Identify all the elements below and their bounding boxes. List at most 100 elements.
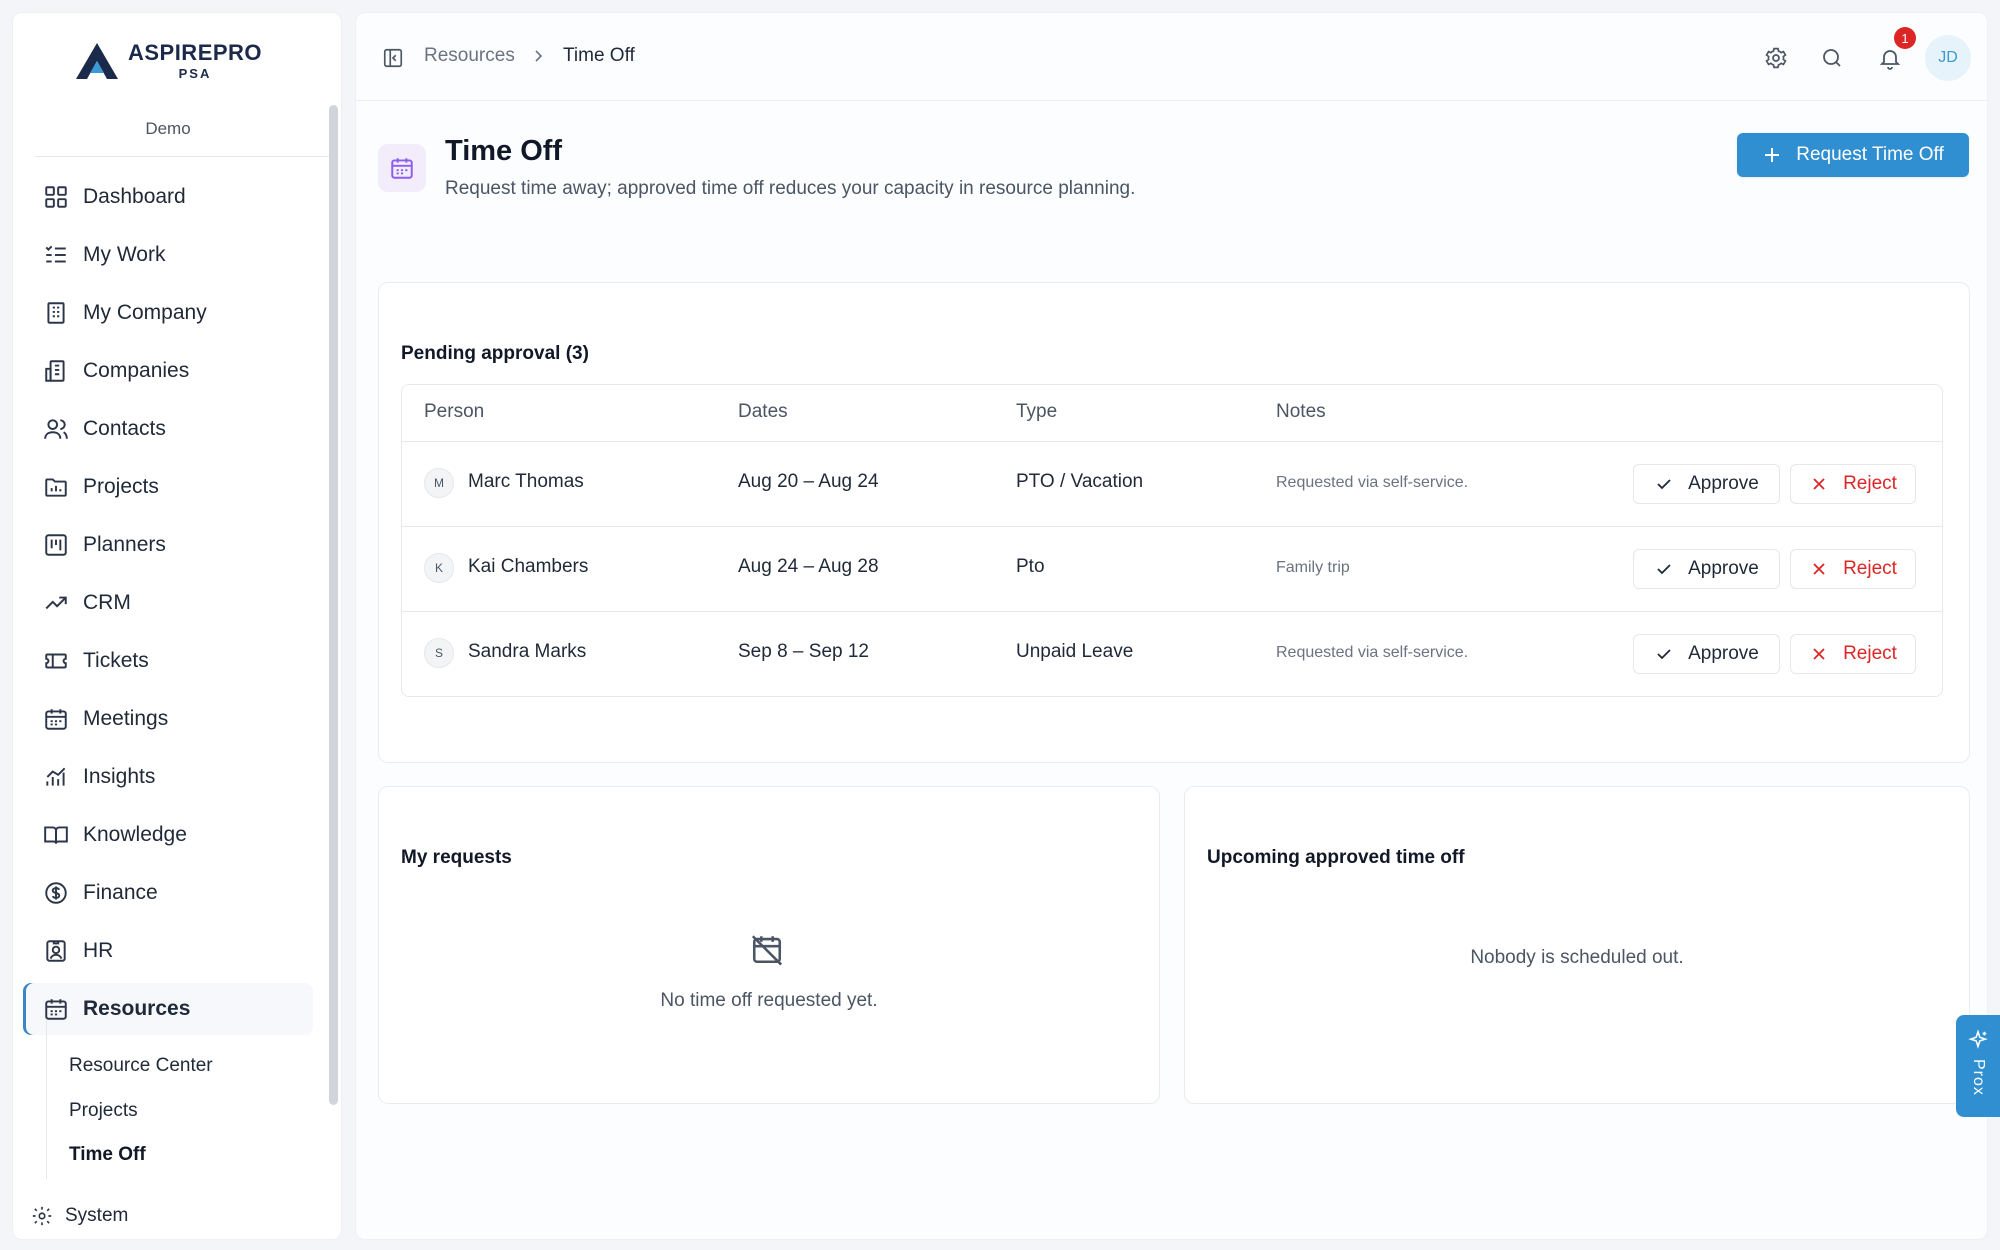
chart-icon	[43, 764, 69, 790]
brand-logo[interactable]: ASPIREPRO PSA	[13, 41, 323, 81]
sidebar-item-label: My Work	[83, 243, 166, 266]
sidebar-item-planners[interactable]: Planners	[23, 519, 313, 571]
column-header-person: Person	[424, 401, 485, 422]
sidebar-item-dashboard[interactable]: Dashboard	[23, 171, 313, 223]
pending-approval-title: Pending approval (3)	[401, 343, 589, 364]
approve-button[interactable]: Approve	[1633, 549, 1780, 589]
sidebar-nav: Dashboard My Work My Company Companies C…	[23, 165, 323, 1185]
submenu-guide-line	[46, 1019, 47, 1179]
sidebar-subitem-projects[interactable]: Projects	[69, 1100, 138, 1122]
sidebar-item-finance[interactable]: Finance	[23, 867, 313, 919]
sidebar-item-label: Dashboard	[83, 185, 186, 208]
leave-type: Unpaid Leave	[1016, 641, 1134, 662]
sidebar-item-insights[interactable]: Insights	[23, 751, 313, 803]
calendar-icon	[378, 144, 426, 192]
pending-approval-card: Pending approval (3) Person Dates Type N…	[378, 282, 1970, 763]
sidebar-item-contacts[interactable]: Contacts	[23, 403, 313, 455]
leave-type: PTO / Vacation	[1016, 471, 1144, 492]
sidebar-item-label: Knowledge	[83, 823, 187, 846]
request-time-off-button[interactable]: Request Time Off	[1737, 133, 1969, 177]
notification-badge: 1	[1894, 27, 1916, 49]
sidebar-item-projects[interactable]: Projects	[23, 461, 313, 513]
date-range: Aug 24 – Aug 28	[738, 556, 879, 577]
date-range: Aug 20 – Aug 24	[738, 471, 879, 492]
search-icon[interactable]	[1815, 41, 1849, 75]
button-label: Approve	[1688, 473, 1759, 494]
leave-type: Pto	[1016, 556, 1045, 577]
id-badge-icon	[43, 938, 69, 964]
table-row: K Kai Chambers Aug 24 – Aug 28 Pto Famil…	[402, 526, 1942, 610]
sidebar-item-label: My Company	[83, 301, 207, 324]
settings-gear-icon[interactable]	[1759, 41, 1793, 75]
sidebar-item-system[interactable]: System	[31, 1205, 128, 1227]
calendar-icon	[43, 706, 69, 732]
request-notes: Requested via self-service.	[1276, 644, 1469, 661]
list-check-icon	[43, 242, 69, 268]
sidebar-item-companies[interactable]: Companies	[23, 345, 313, 397]
reject-button[interactable]: Reject	[1790, 549, 1916, 589]
top-bar: Resources Time Off 1 JD	[356, 13, 1987, 101]
user-avatar[interactable]: JD	[1925, 35, 1971, 81]
column-header-type: Type	[1016, 401, 1058, 422]
org-switcher[interactable]: Demo	[13, 119, 323, 139]
column-header-notes: Notes	[1276, 401, 1326, 422]
table-row: M Marc Thomas Aug 20 – Aug 24 PTO / Vaca…	[402, 441, 1942, 525]
sidebar-item-label: Tickets	[83, 649, 149, 672]
button-label: Approve	[1688, 643, 1759, 664]
button-label: Reject	[1843, 558, 1897, 579]
sidebar-item-label: Companies	[83, 359, 190, 382]
sidebar-item-crm[interactable]: CRM	[23, 577, 313, 629]
sidebar-item-hr[interactable]: HR	[23, 925, 313, 977]
sidebar-scrollbar[interactable]	[329, 105, 338, 1105]
button-label: Reject	[1843, 643, 1897, 664]
empty-state-text: No time off requested yet.	[660, 990, 878, 1011]
button-label: Request Time Off	[1796, 144, 1944, 165]
my-requests-card: My requests No time off requested yet.	[378, 786, 1160, 1104]
reject-button[interactable]: Reject	[1790, 634, 1916, 674]
plus-icon	[1762, 145, 1782, 165]
approve-button[interactable]: Approve	[1633, 634, 1780, 674]
brand-subname: PSA	[178, 66, 212, 81]
sidebar-item-tickets[interactable]: Tickets	[23, 635, 313, 687]
folder-icon	[43, 474, 69, 500]
person-name: Kai Chambers	[468, 556, 589, 577]
sidebar-item-label: Meetings	[83, 707, 169, 730]
upcoming-time-off-title: Upcoming approved time off	[1207, 847, 1465, 868]
sidebar-toggle-icon[interactable]	[382, 47, 404, 69]
sidebar-item-label: Resources	[83, 997, 191, 1020]
sidebar-item-my-work[interactable]: My Work	[23, 229, 313, 281]
button-label: Approve	[1688, 558, 1759, 579]
building-icon	[43, 300, 69, 326]
main-content: Resources Time Off 1 JD Time Off Request…	[355, 12, 1988, 1240]
sidebar-item-knowledge[interactable]: Knowledge	[23, 809, 313, 861]
page-title: Time Off	[445, 135, 563, 167]
assistant-label: Prox	[1970, 1059, 1987, 1096]
assistant-tab[interactable]: Prox	[1956, 1015, 2000, 1117]
page-subtitle: Request time away; approved time off red…	[445, 178, 1136, 199]
reject-button[interactable]: Reject	[1790, 464, 1916, 504]
sidebar-item-my-company[interactable]: My Company	[23, 287, 313, 339]
sidebar: ASPIREPRO PSA Demo Dashboard My Work My …	[12, 12, 342, 1240]
sidebar-item-label: Insights	[83, 765, 156, 788]
breadcrumb-resources[interactable]: Resources	[424, 45, 515, 67]
approve-button[interactable]: Approve	[1633, 464, 1780, 504]
breadcrumb-current: Time Off	[563, 45, 635, 66]
pending-table: Person Dates Type Notes M Marc Thomas Au…	[401, 384, 1943, 697]
sidebar-subitem-resource-center[interactable]: Resource Center	[69, 1055, 213, 1077]
check-icon	[1654, 644, 1674, 664]
sidebar-item-label: Contacts	[83, 417, 166, 440]
calendar-off-icon	[750, 932, 784, 966]
sidebar-subitem-time-off[interactable]: Time Off	[69, 1144, 146, 1166]
date-range: Sep 8 – Sep 12	[738, 641, 869, 662]
my-requests-title: My requests	[401, 847, 512, 868]
check-icon	[1654, 559, 1674, 579]
buildings-icon	[43, 358, 69, 384]
logo-mark-icon	[74, 41, 120, 81]
sidebar-item-resources[interactable]: Resources	[23, 983, 313, 1035]
sidebar-item-meetings[interactable]: Meetings	[23, 693, 313, 745]
users-icon	[43, 416, 69, 442]
trend-icon	[43, 590, 69, 616]
person-name: Marc Thomas	[468, 471, 584, 492]
kanban-icon	[43, 532, 69, 558]
close-icon	[1809, 474, 1829, 494]
